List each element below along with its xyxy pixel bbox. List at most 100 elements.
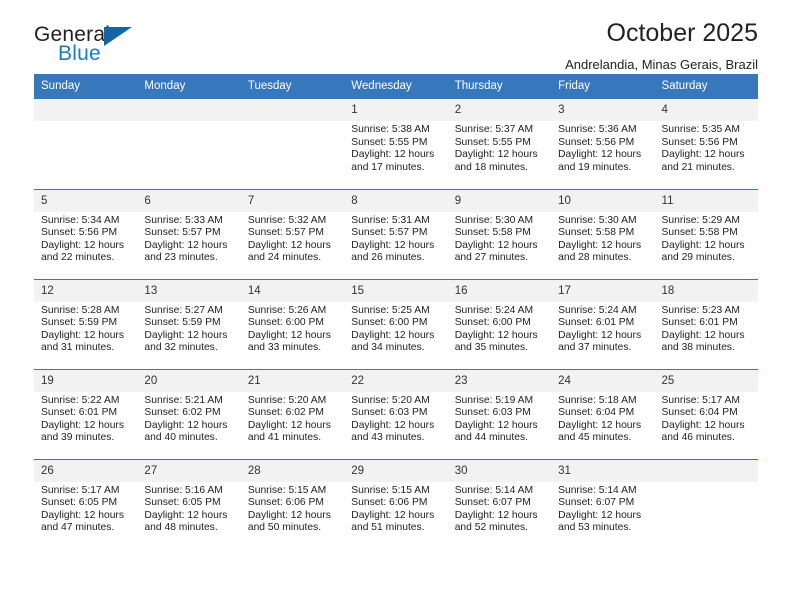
calendar-week-row: 26 Sunrise: 5:17 AM Sunset: 6:05 PM Dayligh… [34, 458, 758, 549]
day-number: 2 [447, 99, 552, 121]
sunset-text: Sunset: 5:58 PM [454, 227, 531, 239]
day-number: 20 [137, 369, 241, 392]
calendar-day-cell[interactable]: 26 Sunrise: 5:17 AM Sunset: 6:05 PM Dayligh… [34, 458, 138, 549]
calendar-day-cell-empty [34, 99, 138, 189]
calendar-day-cell[interactable]: 4 Sunrise: 5:35 AM Sunset: 5:56 PM Daylight… [654, 99, 758, 189]
calendar-day-cell[interactable]: 7 Sunrise: 5:32 AM Sunset: 5:57 PM Daylight… [240, 188, 345, 279]
day-number: 6 [137, 189, 241, 212]
calendar-day-cell[interactable]: 21 Sunrise: 5:20 AM Sunset: 6:02 PM Dayligh… [240, 368, 345, 459]
day-number [240, 99, 345, 121]
calendar-day-cell[interactable]: 15 Sunrise: 5:25 AM Sunset: 6:00 PM Dayligh… [344, 278, 448, 369]
day-details: Sunrise: 5:33 AM Sunset: 5:57 PM Daylight:… [137, 212, 240, 265]
sunrise-sunset-calendar: Sunday Monday Tuesday Wednesday Thursday… [34, 74, 758, 549]
calendar-day-cell[interactable]: 16 Sunrise: 5:24 AM Sunset: 6:00 PM Dayligh… [447, 278, 552, 369]
sunset-text: Sunset: 6:06 PM [351, 497, 428, 509]
day-number [654, 459, 758, 482]
sunrise-text: Sunrise: 5:24 AM [454, 304, 534, 316]
calendar-day-cell[interactable]: 13 Sunrise: 5:27 AM Sunset: 5:59 PM Dayligh… [137, 278, 241, 369]
sunset-text: Sunset: 5:59 PM [41, 317, 118, 329]
calendar-day-cell[interactable]: 30 Sunrise: 5:14 AM Sunset: 6:07 PM Dayligh… [447, 458, 552, 549]
daylight-text: Daylight: 12 hours and 39 minutes. [41, 419, 124, 444]
weekday-header-monday: Monday [137, 74, 241, 99]
general-blue-logo[interactable]: General Blue [34, 24, 154, 70]
weekday-header-thursday: Thursday [447, 74, 552, 99]
sunset-text: Sunset: 6:05 PM [144, 497, 221, 509]
calendar-day-cell[interactable]: 29 Sunrise: 5:15 AM Sunset: 6:06 PM Dayligh… [344, 458, 448, 549]
day-number: 12 [34, 279, 138, 302]
sunset-text: Sunset: 5:57 PM [247, 227, 324, 239]
sunset-text: Sunset: 6:00 PM [454, 317, 531, 329]
day-details: Sunrise: 5:37 AM Sunset: 5:55 PM Daylight:… [448, 121, 551, 174]
day-number: 25 [654, 369, 758, 392]
day-details: Sunrise: 5:29 AM Sunset: 5:58 PM Daylight:… [655, 212, 758, 265]
day-number: 27 [137, 459, 241, 482]
sunset-text: Sunset: 6:04 PM [661, 407, 738, 419]
calendar-day-cell[interactable]: 31 Sunrise: 5:14 AM Sunset: 6:07 PM Dayligh… [551, 458, 655, 549]
day-details: Sunrise: 5:32 AM Sunset: 5:57 PM Daylight:… [241, 212, 344, 265]
calendar-day-cell[interactable]: 9 Sunrise: 5:30 AM Sunset: 5:58 PM Daylight… [447, 188, 552, 279]
day-number: 21 [240, 369, 345, 392]
sunset-text: Sunset: 6:01 PM [558, 317, 635, 329]
sunrise-text: Sunrise: 5:28 AM [41, 304, 120, 316]
calendar-day-cell[interactable]: 19 Sunrise: 5:22 AM Sunset: 6:01 PM Dayligh… [34, 368, 138, 459]
calendar-day-cell[interactable]: 11 Sunrise: 5:29 AM Sunset: 5:58 PM Dayligh… [654, 188, 758, 279]
day-number: 31 [551, 459, 655, 482]
day-details: Sunrise: 5:30 AM Sunset: 5:58 PM Daylight:… [448, 212, 551, 265]
day-details: Sunrise: 5:20 AM Sunset: 6:02 PM Daylight:… [241, 392, 344, 445]
daylight-text: Daylight: 12 hours and 52 minutes. [454, 509, 538, 534]
calendar-day-cell[interactable]: 2 Sunrise: 5:37 AM Sunset: 5:55 PM Daylight… [447, 99, 552, 189]
daylight-text: Daylight: 12 hours and 19 minutes. [558, 149, 642, 173]
sunset-text: Sunset: 6:04 PM [558, 407, 635, 419]
calendar-day-cell[interactable]: 3 Sunrise: 5:36 AM Sunset: 5:56 PM Daylight… [551, 99, 655, 189]
calendar-day-cell[interactable]: 14 Sunrise: 5:26 AM Sunset: 6:00 PM Dayligh… [240, 278, 345, 369]
sunset-text: Sunset: 6:07 PM [454, 497, 531, 509]
calendar-day-cell[interactable]: 22 Sunrise: 5:20 AM Sunset: 6:03 PM Dayligh… [344, 368, 448, 459]
day-number: 16 [447, 279, 552, 302]
sunset-text: Sunset: 6:02 PM [247, 407, 324, 419]
daylight-text: Daylight: 12 hours and 35 minutes. [454, 329, 538, 354]
day-details: Sunrise: 5:34 AM Sunset: 5:56 PM Daylight:… [34, 212, 137, 265]
daylight-text: Daylight: 12 hours and 41 minutes. [247, 419, 331, 444]
calendar-day-cell[interactable]: 20 Sunrise: 5:21 AM Sunset: 6:02 PM Dayligh… [137, 368, 241, 459]
calendar-day-cell[interactable]: 27 Sunrise: 5:16 AM Sunset: 6:05 PM Dayligh… [137, 458, 241, 549]
daylight-text: Daylight: 12 hours and 26 minutes. [351, 239, 435, 264]
sunset-text: Sunset: 6:06 PM [247, 497, 324, 509]
calendar-day-cell[interactable]: 28 Sunrise: 5:15 AM Sunset: 6:06 PM Dayligh… [240, 458, 345, 549]
calendar-page: General Blue October 2025 Andrelandia, M… [0, 0, 792, 612]
calendar-day-cell[interactable]: 6 Sunrise: 5:33 AM Sunset: 5:57 PM Daylight… [137, 188, 241, 279]
day-number: 23 [447, 369, 552, 392]
sunrise-text: Sunrise: 5:27 AM [144, 304, 223, 316]
daylight-text: Daylight: 12 hours and 38 minutes. [661, 329, 745, 354]
sunrise-text: Sunrise: 5:19 AM [454, 394, 534, 406]
sunrise-text: Sunrise: 5:25 AM [351, 304, 430, 316]
calendar-day-cell[interactable]: 5 Sunrise: 5:34 AM Sunset: 5:56 PM Daylight… [34, 188, 138, 279]
calendar-day-cell[interactable]: 12 Sunrise: 5:28 AM Sunset: 5:59 PM Dayligh… [34, 278, 138, 369]
sunrise-text: Sunrise: 5:18 AM [558, 394, 637, 406]
calendar-week-row: 12 Sunrise: 5:28 AM Sunset: 5:59 PM Dayligh… [34, 278, 758, 369]
sunset-text: Sunset: 5:58 PM [661, 227, 738, 239]
calendar-day-cell[interactable]: 18 Sunrise: 5:23 AM Sunset: 6:01 PM Dayligh… [654, 278, 758, 369]
daylight-text: Daylight: 12 hours and 23 minutes. [144, 239, 228, 264]
calendar-week-row: 1 Sunrise: 5:38 AM Sunset: 5:55 PM Daylight… [34, 99, 758, 189]
calendar-day-cell[interactable]: 24 Sunrise: 5:18 AM Sunset: 6:04 PM Dayligh… [551, 368, 655, 459]
calendar-day-cell[interactable]: 23 Sunrise: 5:19 AM Sunset: 6:03 PM Dayligh… [447, 368, 552, 459]
sunset-text: Sunset: 5:56 PM [558, 136, 635, 148]
calendar-day-cell[interactable]: 8 Sunrise: 5:31 AM Sunset: 5:57 PM Daylight… [344, 188, 448, 279]
sunrise-text: Sunrise: 5:14 AM [454, 484, 534, 496]
calendar-day-cell[interactable]: 10 Sunrise: 5:30 AM Sunset: 5:58 PM Dayligh… [551, 188, 655, 279]
sunrise-text: Sunrise: 5:17 AM [661, 394, 740, 406]
calendar-day-cell[interactable]: 1 Sunrise: 5:38 AM Sunset: 5:55 PM Daylight… [344, 99, 448, 189]
sunrise-text: Sunrise: 5:36 AM [558, 124, 637, 135]
calendar-day-cell-empty [240, 99, 345, 189]
day-number: 13 [137, 279, 241, 302]
day-number: 30 [447, 459, 552, 482]
daylight-text: Daylight: 12 hours and 43 minutes. [351, 419, 435, 444]
day-number: 14 [240, 279, 345, 302]
calendar-day-cell[interactable]: 25 Sunrise: 5:17 AM Sunset: 6:04 PM Dayligh… [654, 368, 758, 459]
calendar-day-cell[interactable]: 17 Sunrise: 5:24 AM Sunset: 6:01 PM Dayligh… [551, 278, 655, 369]
sunrise-text: Sunrise: 5:24 AM [558, 304, 637, 316]
daylight-text: Daylight: 12 hours and 29 minutes. [661, 239, 745, 264]
sunrise-text: Sunrise: 5:22 AM [41, 394, 120, 406]
page-header: General Blue October 2025 Andrelandia, M… [34, 0, 758, 74]
sunrise-text: Sunrise: 5:38 AM [351, 124, 430, 135]
